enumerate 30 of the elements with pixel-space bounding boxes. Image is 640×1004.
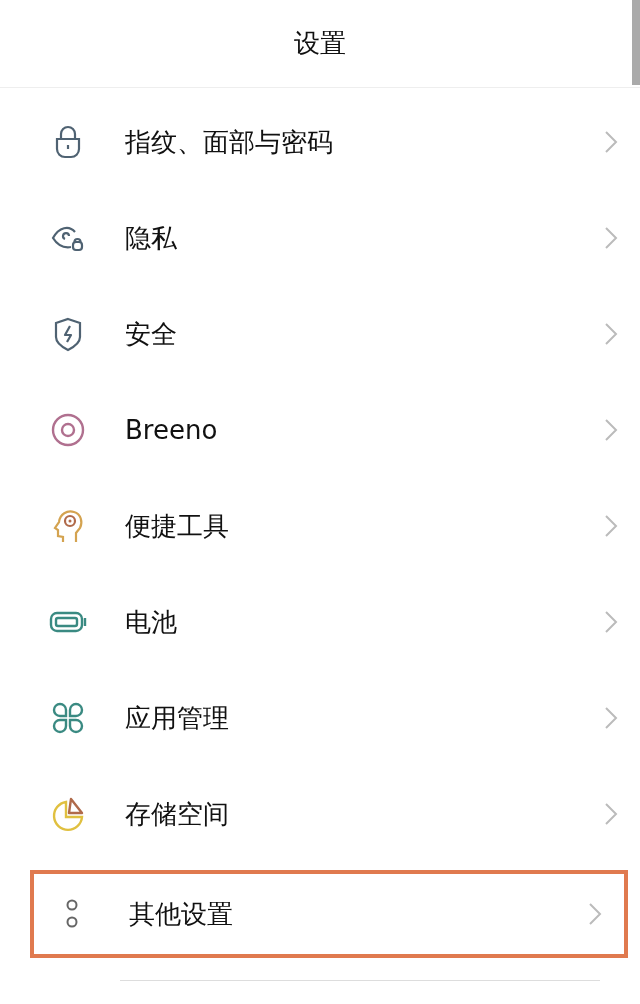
settings-item[interactable]: 应用管理 xyxy=(0,670,640,766)
chevron-icon xyxy=(604,418,618,442)
settings-item[interactable]: 便捷工具 xyxy=(0,478,640,574)
settings-item[interactable]: 安全 xyxy=(0,286,640,382)
item-label: 指纹、面部与密码 xyxy=(125,125,334,159)
chevron-icon xyxy=(604,706,618,730)
chevron-icon xyxy=(604,130,618,154)
item-label: 安全 xyxy=(125,317,178,351)
settings-item[interactable]: Breeno xyxy=(0,382,640,478)
highlighted-settings-item[interactable]: 其他设置 xyxy=(30,870,628,958)
ring-icon xyxy=(49,411,87,449)
item-label: 应用管理 xyxy=(125,701,230,735)
page-title: 设置 xyxy=(294,27,346,60)
item-label: 存储空间 xyxy=(125,797,230,831)
item-label: 便捷工具 xyxy=(125,509,230,543)
settings-item[interactable]: 指纹、面部与密码 xyxy=(0,94,640,190)
settings-item[interactable]: 电池 xyxy=(0,574,640,670)
item-label: Breeno xyxy=(125,415,219,445)
chevron-icon xyxy=(604,514,618,538)
scrollbar[interactable] xyxy=(632,0,640,85)
settings-item[interactable]: 存储空间 xyxy=(0,766,640,862)
chevron-icon xyxy=(604,322,618,346)
settings-item[interactable]: 隐私 xyxy=(0,190,640,286)
chevron-icon xyxy=(604,610,618,634)
item-label: 其他设置 xyxy=(129,897,234,931)
item-label: 隐私 xyxy=(125,221,178,255)
item-label: 电池 xyxy=(125,605,178,639)
chevron-icon xyxy=(588,902,602,926)
chevron-icon xyxy=(604,226,618,250)
chevron-icon xyxy=(604,802,618,826)
